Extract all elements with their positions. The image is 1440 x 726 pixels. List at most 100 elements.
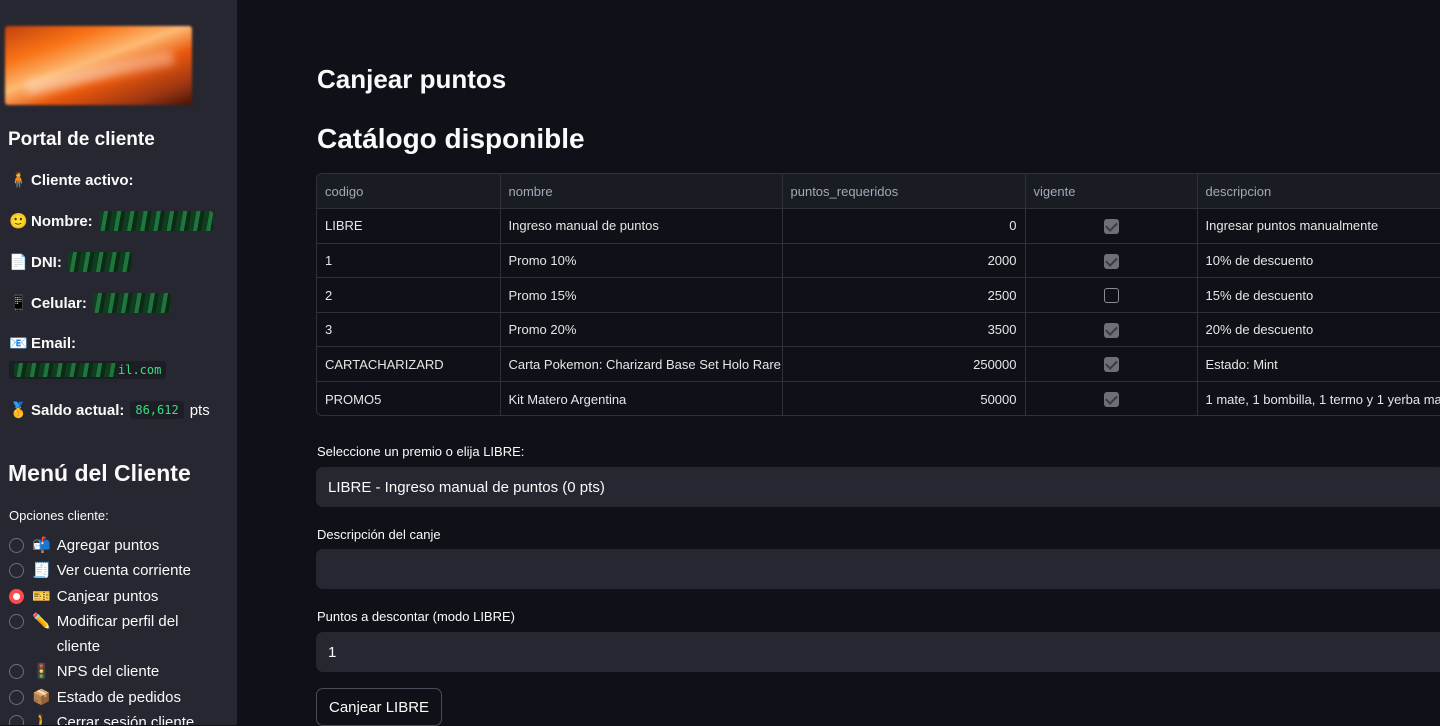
description-input[interactable] [316, 549, 1440, 589]
checkbox-checked [1103, 322, 1119, 338]
cell-puntos[interactable]: 0 [782, 208, 1026, 244]
cell-nombre[interactable]: Kit Matero Argentina [500, 381, 783, 415]
cell-vigente[interactable] [1025, 243, 1198, 279]
column-header[interactable]: codigo [317, 174, 501, 210]
cell-nombre[interactable]: Promo 20% [500, 312, 783, 348]
checkbox-unchecked [1103, 288, 1119, 304]
radio-button[interactable] [9, 715, 24, 725]
radio-option-estado-pedidos[interactable]: 📦 Estado de pedidos [9, 688, 181, 710]
radio-option-cerrar-sesion[interactable]: 🚶 Cerrar sesión cliente [9, 713, 194, 725]
dni-redacted [67, 252, 132, 272]
client-active-line: 🧍 Cliente activo: [9, 171, 134, 190]
premio-select[interactable]: LIBRE - Ingreso manual de puntos (0 pts) [316, 467, 1440, 507]
email-value: il.com [9, 361, 167, 379]
dni-label: DNI: [31, 253, 62, 271]
radio-option-agregar-puntos[interactable]: 📬 Agregar puntos [9, 536, 159, 558]
email-redacted [14, 363, 118, 377]
client-dni-line: 📄 DNI: [9, 252, 132, 272]
column-header[interactable]: puntos_requeridos [782, 174, 1026, 210]
sidebar: Portal de cliente 🧍 Cliente activo: 🙂 No… [0, 0, 237, 725]
cell-descripcion[interactable]: Estado: Mint [1197, 346, 1440, 383]
walking-person-icon: 🚶 [32, 714, 51, 725]
pencil-icon: ✏️ [32, 613, 51, 630]
cell-puntos[interactable]: 3500 [782, 312, 1026, 348]
page-title: Canjear puntos [317, 64, 507, 94]
cell-codigo[interactable]: 3 [317, 312, 501, 348]
cell-codigo[interactable]: 1 [317, 243, 501, 279]
checkbox-checked [1103, 357, 1119, 373]
catalog-table[interactable]: codigo nombre puntos_requeridos vigente … [316, 173, 1440, 416]
canjear-libre-button[interactable]: Canjear LIBRE [316, 688, 443, 726]
balance-value: 86,612 [130, 401, 184, 419]
cell-vigente[interactable] [1025, 277, 1198, 313]
client-phone-line: 📱 Celular: [9, 293, 171, 313]
radio-button[interactable] [9, 614, 24, 629]
radio-button[interactable] [9, 563, 24, 578]
option-label: Estado de pedidos [56, 689, 181, 706]
document-icon: 📄 [9, 254, 28, 271]
client-email-line: 📧 Email: [9, 334, 76, 353]
mailbox-icon: 📬 [32, 537, 51, 554]
points-label: Puntos a descontar (modo LIBRE) [317, 609, 515, 624]
options-label: Opciones cliente: [9, 508, 109, 523]
checkbox-checked [1103, 392, 1119, 408]
cell-vigente[interactable] [1025, 208, 1198, 244]
cell-puntos[interactable]: 50000 [782, 381, 1026, 415]
column-header[interactable]: descripcion [1197, 174, 1440, 210]
cell-descripcion[interactable]: 15% de descuento [1197, 277, 1440, 313]
table-header-row: codigo nombre puntos_requeridos vigente … [317, 174, 1440, 210]
menu-title: Menú del Cliente [8, 460, 191, 486]
email-suffix: il.com [118, 363, 162, 377]
cell-puntos[interactable]: 2500 [782, 277, 1026, 313]
cell-codigo[interactable]: 2 [317, 277, 501, 313]
table-row: CARTACHARIZARD Carta Pokemon: Charizard … [317, 346, 1440, 383]
company-logo [5, 26, 192, 105]
catalog-title: Catálogo disponible [317, 123, 585, 154]
medal-icon: 🥇 [9, 402, 28, 419]
main-content: Canjear puntos Catálogo disponible codig… [237, 0, 1440, 726]
cell-puntos[interactable]: 250000 [782, 346, 1026, 383]
package-icon: 📦 [32, 689, 51, 706]
phone-redacted [92, 293, 171, 313]
cell-descripcion[interactable]: 20% de descuento [1197, 312, 1440, 348]
name-label: Nombre: [31, 212, 93, 230]
cell-nombre[interactable]: Carta Pokemon: Charizard Base Set Holo R… [500, 346, 783, 383]
radio-button-selected[interactable] [9, 589, 24, 604]
radio-option-modificar-perfil[interactable]: ✏️ Modificar perfil del cliente [9, 612, 209, 659]
ticket-icon: 🎫 [32, 588, 51, 605]
cell-nombre[interactable]: Promo 10% [500, 243, 783, 279]
table-row: PROMO5 Kit Matero Argentina 50000 1 mate… [317, 381, 1440, 415]
radio-button[interactable] [9, 538, 24, 553]
table-row: LIBRE Ingreso manual de puntos 0 Ingresa… [317, 208, 1440, 244]
option-label: Canjear puntos [56, 588, 159, 605]
receipt-icon: 🧾 [32, 562, 51, 579]
radio-button[interactable] [9, 664, 24, 679]
cell-descripcion[interactable]: Ingresar puntos manualmente [1197, 208, 1440, 244]
balance-line: 🥇 Saldo actual: 86,612 pts [9, 401, 210, 419]
points-input[interactable]: 1 [316, 632, 1440, 672]
cell-vigente[interactable] [1025, 381, 1198, 415]
cell-descripcion[interactable]: 1 mate, 1 bombilla, 1 termo y 1 yerba ma… [1197, 381, 1440, 415]
radio-option-ver-cuenta[interactable]: 🧾 Ver cuenta corriente [9, 561, 191, 583]
column-header[interactable]: nombre [500, 174, 783, 210]
cell-codigo[interactable]: PROMO5 [317, 381, 501, 415]
traffic-light-icon: 🚦 [32, 663, 51, 680]
column-header[interactable]: vigente [1025, 174, 1198, 210]
radio-option-canjear-puntos[interactable]: 🎫 Canjear puntos [9, 587, 158, 609]
cell-vigente[interactable] [1025, 346, 1198, 383]
cell-codigo[interactable]: LIBRE [317, 208, 501, 244]
table-row: 3 Promo 20% 3500 20% de descuento [317, 312, 1440, 348]
cell-vigente[interactable] [1025, 312, 1198, 348]
radio-option-nps[interactable]: 🚦 NPS del cliente [9, 662, 159, 684]
cell-nombre[interactable]: Promo 15% [500, 277, 783, 313]
cell-puntos[interactable]: 2000 [782, 243, 1026, 279]
email-chip: il.com [9, 361, 167, 379]
checkbox-checked [1103, 218, 1119, 234]
option-label: Modificar perfil del cliente [56, 613, 179, 655]
radio-button[interactable] [9, 690, 24, 705]
cell-nombre[interactable]: Ingreso manual de puntos [500, 208, 783, 244]
name-redacted [98, 211, 213, 231]
cell-codigo[interactable]: CARTACHARIZARD [317, 346, 501, 383]
client-active-label: Cliente activo: [31, 171, 134, 189]
cell-descripcion[interactable]: 10% de descuento [1197, 243, 1440, 279]
